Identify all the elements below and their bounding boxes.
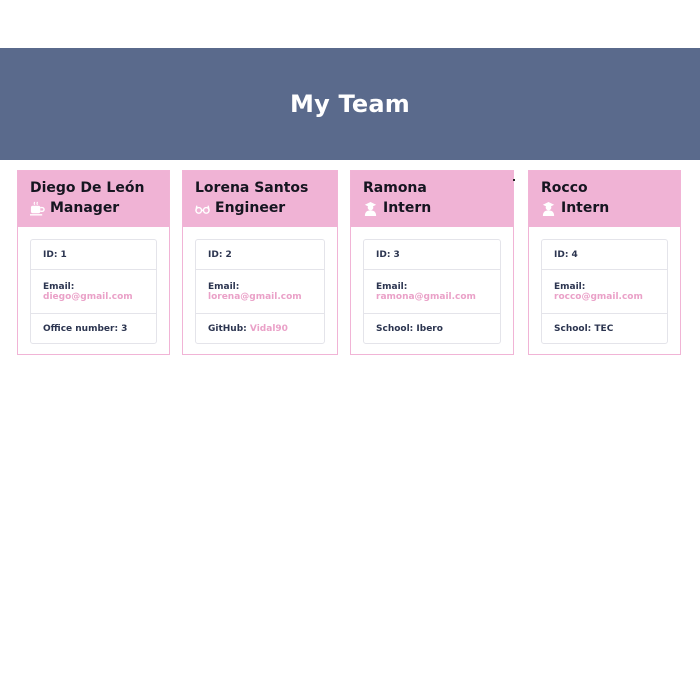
employee-email: Email: lorena@gmail.com	[196, 270, 324, 314]
office-number: Office number: 3	[43, 323, 128, 334]
card-header: Diego De León Manager	[18, 171, 169, 227]
page-title: My Team	[290, 90, 410, 118]
employee-role: Manager	[30, 198, 157, 218]
role-label: Engineer	[215, 200, 286, 216]
email-link[interactable]: diego@gmail.com	[43, 292, 144, 302]
email-link[interactable]: rocco@gmail.com	[554, 292, 655, 302]
glasses-icon	[195, 205, 210, 214]
school: School: Ibero	[376, 323, 443, 334]
details-list: ID: 3 Email: ramona@gmail.com School: Ib…	[363, 239, 501, 344]
employee-card-manager: Diego De León Manager ID: 1 Email: diego…	[17, 170, 170, 355]
card-header: Ramona Intern	[351, 171, 513, 227]
role-label: Intern	[383, 200, 432, 216]
graduate-icon	[542, 201, 555, 216]
employee-name: Lorena Santos	[195, 180, 309, 196]
employee-role: Engineer	[195, 198, 325, 218]
details-list: ID: 2 Email: lorena@gmail.com GitHub: Vi…	[195, 239, 325, 344]
employee-card-intern: Ramona Intern ID: 3 Email: ramona@gmail.…	[350, 170, 514, 355]
employee-card-engineer: Lorena Santos Engineer ID: 2 Email: lore…	[182, 170, 338, 355]
card-header: Lorena Santos Engineer	[183, 171, 337, 227]
employee-id: ID: 4	[542, 240, 667, 270]
email-link[interactable]: lorena@gmail.com	[208, 292, 312, 302]
employee-email: Email: diego@gmail.com	[31, 270, 156, 314]
employee-email: Email: rocco@gmail.com	[542, 270, 667, 314]
employee-name: Ramona	[363, 180, 427, 196]
email-link[interactable]: ramona@gmail.com	[376, 292, 488, 302]
github-link[interactable]: Vidal90	[250, 324, 288, 334]
card-header: Rocco Intern	[529, 171, 680, 227]
coffee-cup-icon	[30, 201, 45, 216]
employee-email: Email: ramona@gmail.com	[364, 270, 500, 314]
role-label: Intern	[561, 200, 610, 216]
employee-name: Rocco	[541, 180, 588, 196]
page-header: My Team	[0, 48, 700, 160]
role-label: Manager	[50, 200, 120, 216]
employee-id: ID: 2	[196, 240, 324, 270]
graduate-icon	[364, 201, 377, 216]
employee-name: Diego De León	[30, 180, 145, 196]
employee-id: ID: 3	[364, 240, 500, 270]
school: School: TEC	[554, 323, 614, 334]
employee-role: Intern	[541, 198, 668, 218]
details-list: ID: 1 Email: diego@gmail.com Office numb…	[30, 239, 157, 344]
stray-dot	[513, 179, 515, 181]
employee-role: Intern	[363, 198, 501, 218]
employee-card-intern-2: Rocco Intern ID: 4 Email: rocco@gmail.co…	[528, 170, 681, 355]
details-list: ID: 4 Email: rocco@gmail.com School: TEC	[541, 239, 668, 344]
employee-id: ID: 1	[31, 240, 156, 270]
github: GitHub: Vidal90	[208, 323, 288, 334]
